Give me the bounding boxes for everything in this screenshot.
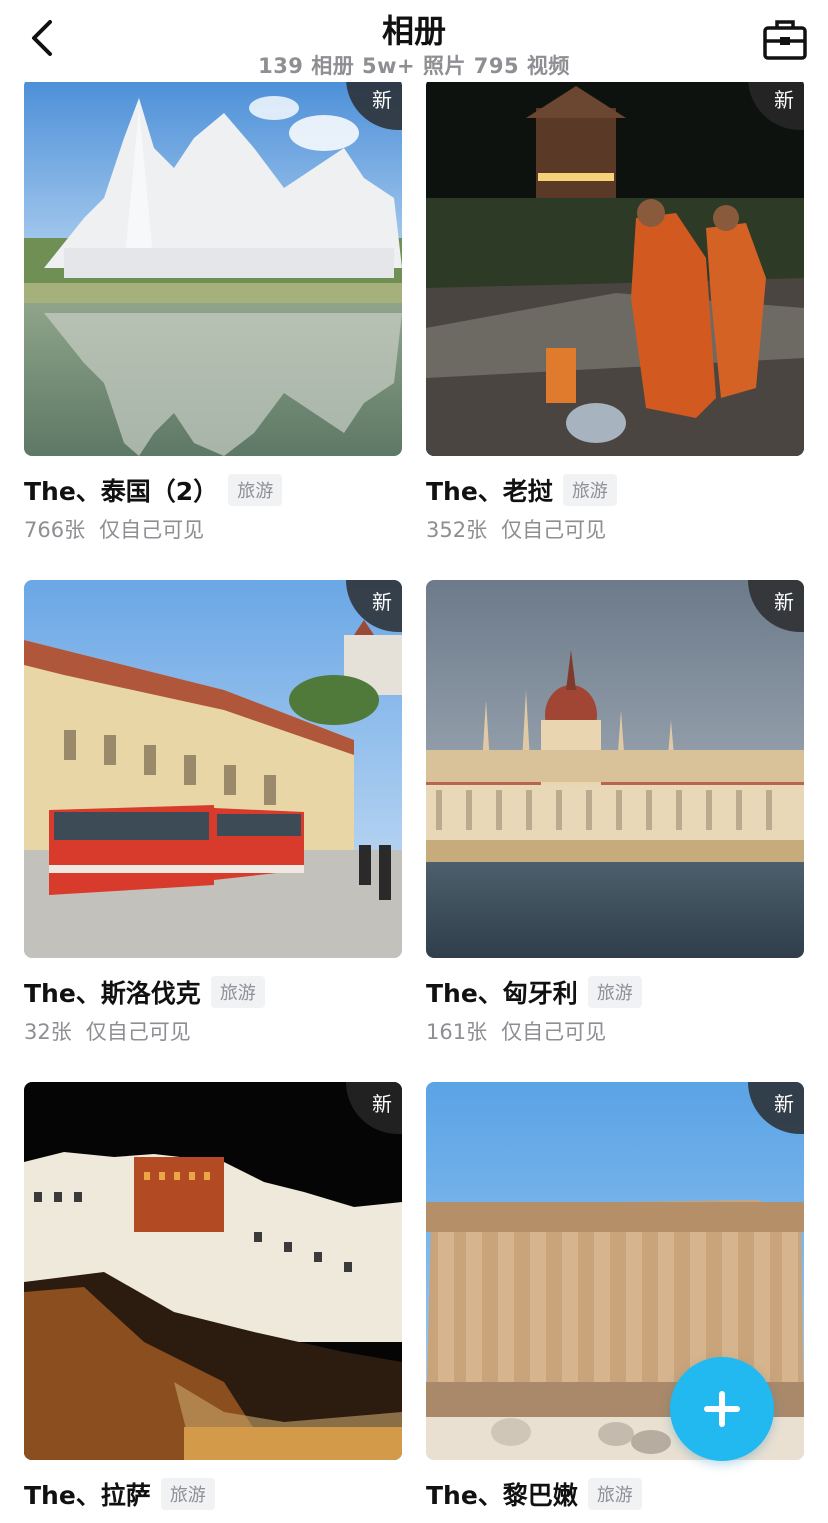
album-title-row: The、斯洛伐克 旅游 [24, 972, 265, 1012]
album-cover[interactable]: 新 [24, 580, 402, 958]
photo-count: 766张 [24, 518, 86, 542]
album-title-row: The、泰国（2） 旅游 [24, 470, 283, 510]
photo-count: 32张 [24, 1020, 72, 1044]
new-badge-label: 新 [774, 1092, 794, 1116]
photo-count: 161张 [426, 1020, 488, 1044]
album-card[interactable]: 新 The、老挝 旅游 352张 仅自己可见 [426, 78, 804, 542]
album-meta: 766张 仅自己可见 [24, 514, 204, 544]
album-title-row: The、黎巴嫩 旅游 [426, 1474, 642, 1514]
album-card[interactable]: 新 The、匈牙利 旅游 161张 仅自己可见 [426, 580, 804, 1044]
album-meta: 32张 仅自己可见 [24, 1016, 191, 1046]
album-tag: 旅游 [160, 1478, 215, 1510]
album-title: The、斯洛伐克 [24, 979, 201, 1008]
album-tag: 旅游 [228, 474, 283, 506]
album-tag: 旅游 [587, 976, 642, 1008]
hungary-parliament-photo [426, 580, 804, 958]
new-badge-label: 新 [372, 590, 392, 614]
photo-count: 352张 [426, 518, 488, 542]
album-meta: 352张 仅自己可见 [426, 514, 606, 544]
new-badge-label: 新 [774, 590, 794, 614]
visibility-label: 仅自己可见 [501, 518, 607, 542]
white-temple-photo [24, 78, 402, 456]
laos-monks-photo [426, 78, 804, 456]
album-stats: 139 相册 5w+ 照片 795 视频 [258, 54, 570, 78]
album-cover[interactable]: 新 [426, 78, 804, 456]
album-title: The、黎巴嫩 [426, 1481, 578, 1510]
new-badge-label: 新 [774, 88, 794, 112]
album-card[interactable]: 新 The、拉萨 旅游 [24, 1082, 402, 1510]
album-title: The、匈牙利 [426, 979, 578, 1008]
album-title-row: The、拉萨 旅游 [24, 1474, 215, 1514]
album-card[interactable]: 新 The、斯洛伐克 旅游 32张 仅自己可见 [24, 580, 402, 1044]
album-cover[interactable]: 新 [24, 1082, 402, 1460]
visibility-label: 仅自己可见 [501, 1020, 607, 1044]
visibility-label: 仅自己可见 [99, 518, 205, 542]
visibility-label: 仅自己可见 [85, 1020, 191, 1044]
album-card[interactable]: 新 The、泰国（2） 旅游 766张 仅自己可见 [24, 78, 402, 542]
album-title: The、拉萨 [24, 1481, 151, 1510]
page-title: 相册 [381, 12, 446, 50]
toolbox-button[interactable] [760, 14, 810, 64]
album-meta: 161张 仅自己可见 [426, 1016, 606, 1046]
album-tag: 旅游 [210, 976, 265, 1008]
new-badge-label: 新 [372, 1092, 392, 1116]
album-title-row: The、老挝 旅游 [426, 470, 617, 510]
album-tag: 旅游 [587, 1478, 642, 1510]
album-title-row: The、匈牙利 旅游 [426, 972, 642, 1012]
potala-palace-photo [24, 1082, 402, 1460]
new-badge-label: 新 [372, 88, 392, 112]
album-page: 相册 139 相册 5w+ 照片 795 视频 新 The、泰国（2） 旅游 7… [0, 0, 828, 1523]
add-album-button[interactable] [670, 1357, 774, 1461]
album-tag: 旅游 [562, 474, 617, 506]
album-cover[interactable]: 新 [426, 580, 804, 958]
toolbox-icon [763, 20, 807, 60]
slovakia-tram-photo [24, 580, 402, 958]
album-cover[interactable]: 新 [24, 78, 402, 456]
album-title: The、老挝 [426, 477, 553, 506]
top-bar: 相册 139 相册 5w+ 照片 795 视频 [0, 0, 828, 82]
album-title: The、泰国（2） [24, 477, 219, 506]
